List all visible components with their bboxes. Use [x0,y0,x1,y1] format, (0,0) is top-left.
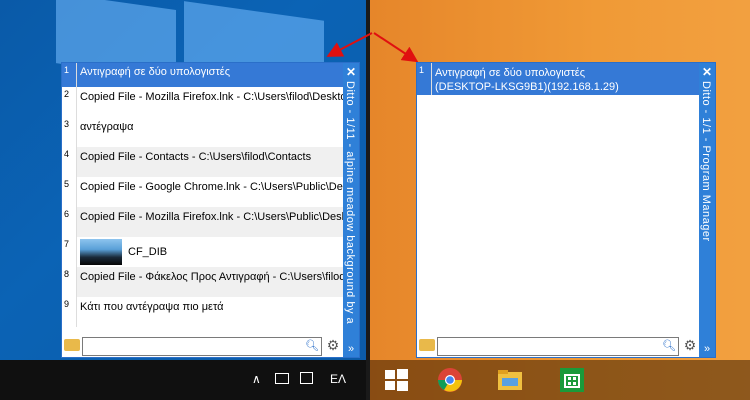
list-item[interactable]: 1 Αντιγραφή σε δύο υπολογιστές (DESKTOP-… [417,63,699,95]
close-icon[interactable]: ✕ [699,65,715,79]
arrow-left [326,32,373,57]
item-number: 7 [62,237,77,267]
vertical-window-title: Ditto - 1/11 - alpine meadow background … [344,81,356,325]
list-item[interactable]: 6 Copied File - Mozilla Firefox.lnk - C:… [62,207,343,237]
search-icon[interactable]: 🔍︎ [305,339,319,352]
chevron-right-icon[interactable]: » [699,343,715,355]
item-number: 3 [62,117,77,147]
item-text: Copied File - Google Chrome.lnk - C:\Use… [80,181,343,193]
vertical-window-title: Ditto - 1/1 - Program Manager [700,81,712,242]
item-text: Copied File - Contacts - C:\Users\filod\… [77,147,343,177]
item-text: αντέγραψα [80,121,134,133]
list-item[interactable]: 8 Copied File - Φάκελος Προς Αντιγραφή -… [62,267,343,297]
store-icon[interactable] [558,366,586,394]
language-indicator[interactable]: ΕΛ [330,372,346,386]
bottom-bar: 🔍︎ ⚙ [62,335,343,357]
notification-icon[interactable] [300,372,313,384]
windows-start-icon[interactable] [382,366,410,394]
item-text: Αντιγραφή σε δύο υπολογιστές [77,63,343,87]
item-source: (DESKTOP-LKSG9B1)(192.168.1.29) [435,81,619,93]
item-number: 4 [62,147,77,177]
item-number: 6 [62,207,77,237]
list-item[interactable]: 5 Copied File - Google Chrome.lnk - C:\U… [62,177,343,207]
clip-list[interactable]: 1 Αντιγραφή σε δύο υπολογιστές (DESKTOP-… [417,63,699,335]
folder-icon[interactable] [419,339,435,351]
ditto-window-right[interactable]: 1 Αντιγραφή σε δύο υπολογιστές (DESKTOP-… [416,62,716,358]
gear-icon[interactable]: ⚙ [682,337,698,353]
item-number: 5 [62,177,77,207]
item-number: 9 [62,297,77,327]
item-number: 1 [417,63,432,95]
item-text: Κάτι που αντέγραψα πιο μετά [80,301,224,313]
item-text: Copied File - Mozilla Firefox.lnk - C:\U… [80,91,343,103]
gear-icon[interactable]: ⚙ [325,337,341,353]
item-text: CF_DIB [128,245,168,258]
item-number: 8 [62,267,77,297]
search-box[interactable]: 🔍︎ [437,337,679,356]
list-item[interactable]: 9 Κάτι που αντέγραψα πιο μετά [62,297,343,327]
list-item[interactable]: 1 Αντιγραφή σε δύο υπολογιστές [62,63,343,87]
ditto-window-left[interactable]: 1 Αντιγραφή σε δύο υπολογιστές 2 Copied … [61,62,360,358]
bottom-bar: 🔍︎ ⚙ [417,335,699,357]
list-item[interactable]: 4 Copied File - Contacts - C:\Users\filo… [62,147,343,177]
side-caption-bar[interactable]: ✕ Ditto - 1/11 - alpine meadow backgroun… [343,63,359,357]
arrow-right [373,32,419,63]
list-item[interactable]: 2 Copied File - Mozilla Firefox.lnk - C:… [62,87,343,117]
tray-chevron-icon[interactable]: ∧ [252,372,261,386]
chrome-icon[interactable] [436,366,464,394]
side-caption-bar[interactable]: ✕ Ditto - 1/1 - Program Manager » [699,63,715,357]
item-text: Copied File - Mozilla Firefox.lnk - C:\U… [77,207,343,237]
list-item[interactable]: 3 αντέγραψα [62,117,343,147]
search-box[interactable]: 🔍︎ [82,337,322,356]
item-text: Copied File - Φάκελος Προς Αντιγραφή - C… [77,267,343,297]
search-icon[interactable]: 🔍︎ [662,339,676,352]
item-content: Αντιγραφή σε δύο υπολογιστές (DESKTOP-LK… [432,63,699,95]
item-text: Αντιγραφή σε δύο υπολογιστές [435,67,586,79]
file-explorer-icon[interactable] [496,366,524,394]
item-content: CF_DIB [77,237,343,267]
close-icon[interactable]: ✕ [343,65,359,79]
item-number: 2 [62,87,77,117]
list-item[interactable]: 7 CF_DIB [62,237,343,267]
clip-list[interactable]: 1 Αντιγραφή σε δύο υπολογιστές 2 Copied … [62,63,343,335]
folder-icon[interactable] [64,339,80,351]
item-number: 1 [62,63,77,87]
image-thumbnail [80,239,122,265]
network-icon[interactable] [275,373,289,384]
chevron-right-icon[interactable]: » [343,343,359,355]
